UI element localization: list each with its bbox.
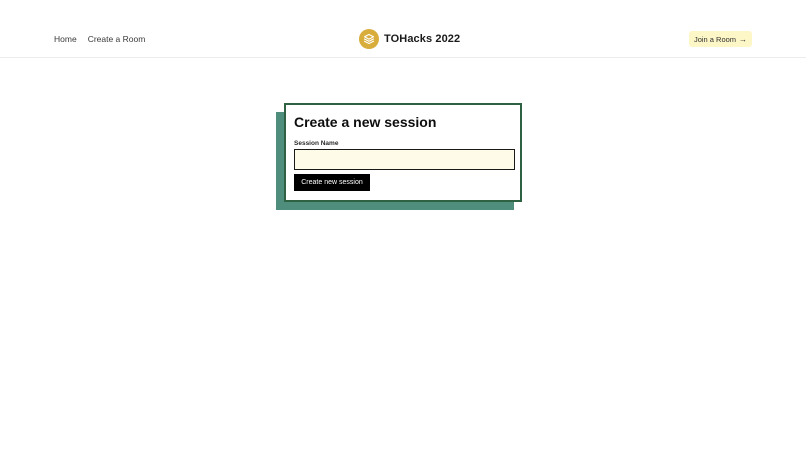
- arrow-right-icon: →: [739, 34, 748, 44]
- join-room-label: Join a Room: [693, 34, 737, 44]
- session-name-input[interactable]: [294, 149, 515, 170]
- stack-layers-icon: [359, 29, 379, 49]
- nav-home-link[interactable]: Home: [54, 34, 77, 44]
- brand-title: TOHacks 2022: [384, 33, 461, 45]
- main-nav: Home Create a Room: [54, 34, 145, 44]
- brand[interactable]: TOHacks 2022: [359, 29, 460, 49]
- top-header: Home Create a Room TOHacks 2022 Join a R…: [0, 0, 806, 58]
- nav-create-room-link[interactable]: Create a Room: [88, 34, 146, 44]
- card-title: Create a new session: [294, 114, 437, 130]
- create-session-card: Create a new session Session Name Create…: [284, 103, 522, 202]
- page: Home Create a Room TOHacks 2022 Join a R…: [0, 0, 806, 452]
- session-name-label: Session Name: [294, 140, 339, 147]
- join-room-button[interactable]: Join a Room →: [689, 31, 752, 47]
- create-session-button[interactable]: Create new session: [294, 174, 370, 191]
